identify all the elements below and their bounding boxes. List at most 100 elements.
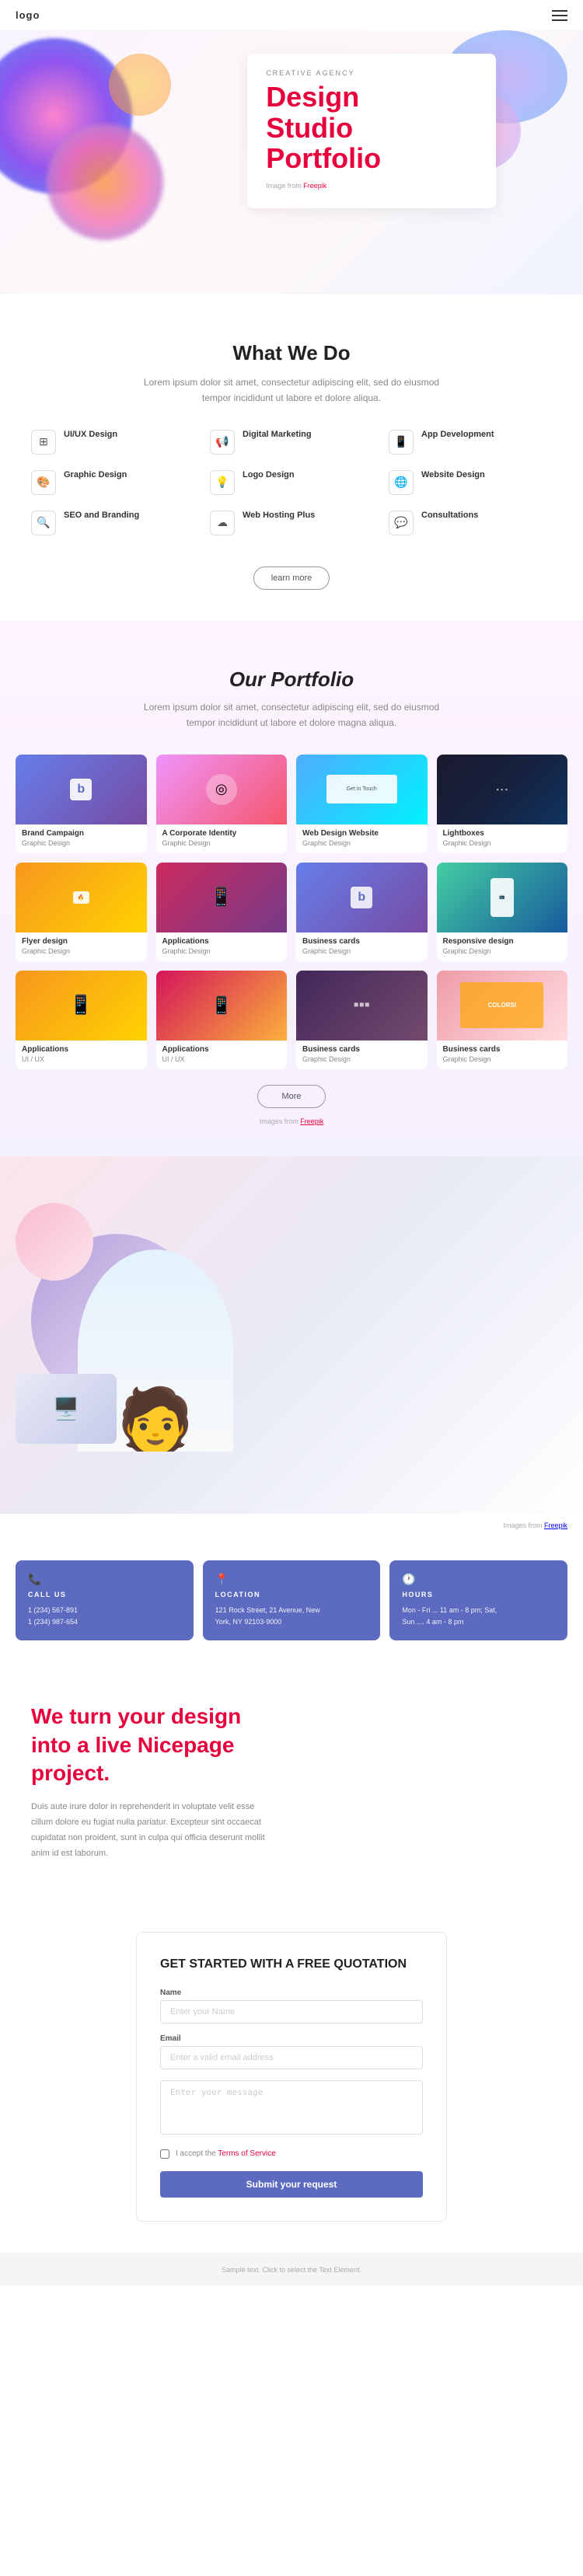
learn-more-button[interactable]: learn more [253, 566, 330, 590]
form-message-field [160, 2080, 423, 2139]
portfolio-item-category: Graphic Design [296, 947, 428, 961]
portfolio-item-category: Graphic Design [437, 947, 568, 961]
what-we-do-description: Lorem ipsum dolor sit amet, consectetur … [136, 375, 447, 406]
service-icon: 📢 [210, 430, 235, 455]
portfolio-item-title: Applications [16, 1041, 147, 1055]
portfolio-item-title: Brand Campaign [16, 824, 147, 839]
what-we-do-title: What We Do [31, 341, 552, 365]
blob-5 [109, 54, 171, 116]
learn-more-wrap: learn more [31, 559, 552, 590]
portfolio-item-title: Flyer design [16, 932, 147, 947]
message-input[interactable] [160, 2080, 423, 2135]
name-input[interactable] [160, 2000, 423, 2024]
service-icon: 📱 [389, 430, 414, 455]
service-icon: ☁ [210, 511, 235, 535]
portfolio-item[interactable]: COLORSI Business cards Graphic Design [437, 971, 568, 1069]
portfolio-item[interactable]: ▪ ▪ ▪ Lightboxes Graphic Design [437, 755, 568, 853]
tagline-text: Duis aute irure dolor in reprehenderit i… [31, 1800, 276, 1861]
contact-card-text: 121 Rock Street, 21 Avenue, NewYork, NY … [215, 1605, 368, 1629]
footer-note-text: Sample text. Click to select the Text El… [222, 2266, 361, 2274]
portfolio-item-title: Responsive design [437, 932, 568, 947]
form-checkbox-row: I accept the Terms of Service [160, 2149, 423, 2159]
service-item: 📱 App Development [389, 430, 552, 455]
portfolio-item-title: Applications [156, 1041, 288, 1055]
portfolio-thumbnail: Get in Touch [296, 755, 428, 824]
portfolio-thumbnail: COLORSI [437, 971, 568, 1041]
portfolio-item-title: A Corporate Identity [156, 824, 288, 839]
portfolio-thumbnail: 📱 [156, 971, 288, 1041]
terms-link[interactable]: Terms of Service [218, 2149, 275, 2158]
contact-card-text: 1 (234) 567-8911 (234) 987-654 [28, 1605, 181, 1629]
portfolio-item-category: Graphic Design [296, 839, 428, 853]
hero-subtitle: CREATIVE AGENCY [266, 69, 477, 77]
more-button[interactable]: More [257, 1085, 325, 1108]
services-grid: ⊞ UI/UX Design 📢 Digital Marketing 📱 App… [31, 430, 552, 535]
service-icon: ⊞ [31, 430, 56, 455]
portfolio-item-title: Business cards [296, 1041, 428, 1055]
tagline-section: We turn your design into a live Nicepage… [0, 1664, 583, 1900]
portfolio-item[interactable]: ◎ A Corporate Identity Graphic Design [156, 755, 288, 853]
more-button-wrap: More [16, 1085, 567, 1108]
about-freepik-link[interactable]: Freepik [544, 1522, 567, 1529]
portfolio-item[interactable]: ▪▪▪ Business cards Graphic Design [296, 971, 428, 1069]
service-item: 💬 Consultations [389, 511, 552, 535]
header: logo [0, 0, 583, 30]
portfolio-thumbnail: b [296, 863, 428, 932]
desk-icon: 🖥️ [53, 1396, 80, 1421]
email-input[interactable] [160, 2046, 423, 2069]
about-desk-image: 🖥️ [16, 1374, 117, 1444]
portfolio-freepik-link[interactable]: Freepik [300, 1117, 323, 1125]
hero-image-credit: Image from Freepik [266, 182, 477, 190]
form-name-field: Name [160, 1989, 423, 2024]
service-item: 🌐 Website Design [389, 470, 552, 495]
portfolio-title: Our Portfolio [16, 668, 567, 692]
name-label: Name [160, 1989, 423, 1997]
contact-card: 📞 CALL US 1 (234) 567-8911 (234) 987-654 [16, 1560, 194, 1641]
portfolio-thumbnail: ▪ ▪ ▪ [437, 755, 568, 824]
service-name: UI/UX Design [64, 430, 117, 439]
service-icon: 🎨 [31, 470, 56, 495]
portfolio-item-category: Graphic Design [156, 947, 288, 961]
service-item: ☁ Web Hosting Plus [210, 511, 373, 535]
portfolio-item-title: Lightboxes [437, 824, 568, 839]
contact-card-title: LOCATION [215, 1591, 368, 1598]
contact-card-icon: 📍 [215, 1573, 368, 1586]
portfolio-item[interactable]: 📱 Applications Graphic Design [156, 863, 288, 961]
logo: logo [16, 9, 40, 21]
menu-button[interactable] [552, 10, 567, 21]
portfolio-item[interactable]: b Brand Campaign Graphic Design [16, 755, 147, 853]
portfolio-thumbnail: 📱 [156, 863, 288, 932]
portfolio-item[interactable]: Get in Touch Web Design Website Graphic … [296, 755, 428, 853]
hero-content-card: CREATIVE AGENCY DesignStudioPortfolio Im… [247, 54, 496, 208]
portfolio-thumbnail: ◎ [156, 755, 288, 824]
portfolio-item[interactable]: 📱 Applications UI / UX [156, 971, 288, 1069]
portfolio-thumbnail: 📺 [437, 863, 568, 932]
portfolio-item-category: UI / UX [156, 1055, 288, 1069]
service-icon: 💬 [389, 511, 414, 535]
portfolio-item[interactable]: b Business cards Graphic Design [296, 863, 428, 961]
form-email-field: Email [160, 2034, 423, 2069]
form-section: GET STARTED WITH A FREE QUOTATION Name E… [0, 1901, 583, 2253]
terms-checkbox[interactable] [160, 2149, 169, 2159]
service-name: App Development [421, 430, 494, 439]
portfolio-thumbnail: 📱 [16, 971, 147, 1041]
portfolio-item[interactable]: 📱 Applications UI / UX [16, 971, 147, 1069]
service-item: 🎨 Graphic Design [31, 470, 194, 495]
portfolio-description: Lorem ipsum dolor sit amet, consectetur … [136, 699, 447, 731]
portfolio-grid: b Brand Campaign Graphic Design ◎ A Corp… [16, 755, 567, 1069]
tagline-title: We turn your design into a live Nicepage… [31, 1703, 276, 1787]
portfolio-item-category: UI / UX [16, 1055, 147, 1069]
portfolio-item[interactable]: 🔥 Flyer design Graphic Design [16, 863, 147, 961]
service-item: 🔍 SEO and Branding [31, 511, 194, 535]
hero-section: CREATIVE AGENCY DesignStudioPortfolio Im… [0, 30, 583, 295]
portfolio-item-category: Graphic Design [437, 839, 568, 853]
about-circle-small [16, 1203, 93, 1281]
portfolio-item[interactable]: 📺 Responsive design Graphic Design [437, 863, 568, 961]
hero-title: DesignStudioPortfolio [266, 82, 477, 174]
portfolio-item-category: Graphic Design [16, 947, 147, 961]
blob-1 [0, 38, 132, 193]
tagline-right [307, 1703, 552, 1709]
portfolio-section: Our Portfolio Lorem ipsum dolor sit amet… [0, 621, 583, 1156]
submit-button[interactable]: Submit your request [160, 2171, 423, 2198]
freepik-link[interactable]: Freepik [303, 182, 326, 190]
